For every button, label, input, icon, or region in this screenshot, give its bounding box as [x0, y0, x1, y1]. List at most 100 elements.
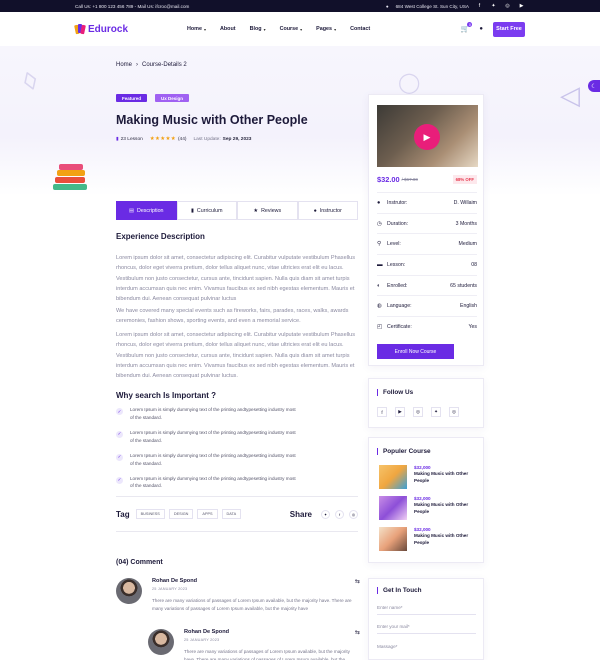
tag-design[interactable]: DESIGN: [168, 509, 194, 519]
menu-item-blog[interactable]: Blog ▾: [250, 26, 266, 32]
name-field[interactable]: Enter name*: [377, 601, 476, 615]
clock-icon: ◷: [377, 220, 382, 227]
main-navbar: Edurock Home ▾ About Blog ▾ Course ▾ Pages ▾…: [0, 12, 600, 46]
user-icon[interactable]: ●: [479, 26, 483, 32]
description-paragraph-1: Lorem ipsum dolor sit amet, consectetur …: [116, 255, 356, 303]
description-icon: ▤: [128, 207, 134, 214]
chevron-right-icon: ›: [136, 62, 139, 68]
logo[interactable]: Edurock: [74, 24, 187, 35]
start-free-button[interactable]: Start Free: [493, 21, 525, 37]
list-item: ✓ Lorem Ipsum is simply dummying text of …: [116, 407, 296, 420]
instagram-icon[interactable]: ◎: [413, 407, 423, 417]
main-menu: Home ▾ About Blog ▾ Course ▾ Pages ▾ Contact: [187, 26, 370, 32]
comment-author: Rohan De Spond: [184, 629, 230, 635]
youtube-icon[interactable]: ▶: [395, 407, 405, 417]
comment-text: There are many variations of passages of…: [152, 598, 352, 611]
facebook-icon[interactable]: f: [476, 3, 483, 9]
price-row: $32.00 / $67.00 68% OFF: [377, 175, 477, 184]
tab-description[interactable]: ▤ Description: [116, 201, 177, 220]
tag-data[interactable]: DATA: [221, 509, 242, 519]
course-thumbnail: [379, 496, 407, 520]
enroll-button[interactable]: Enroll Now Course: [377, 344, 454, 359]
menu-item-contact[interactable]: Contact: [350, 26, 370, 32]
star-icon: ★: [253, 207, 259, 214]
reply-icon[interactable]: ⇆: [355, 578, 360, 585]
level-icon: ⚲: [377, 241, 382, 248]
comment-author: Rohan De Spond: [152, 578, 198, 584]
chevron-down-icon: ▾: [203, 26, 206, 32]
books-illustration: [53, 164, 89, 192]
tab-reviews[interactable]: ★ Reviews: [237, 201, 298, 220]
contact-info: Call Us: +1 800 123 456 789 - Mail Us: i…: [75, 3, 190, 9]
instagram-icon[interactable]: ◎: [504, 3, 511, 9]
dark-mode-toggle[interactable]: ☾: [588, 80, 600, 92]
course-info-list: ● Instrutor: D. Willaim ◷ Duration: 3 Months…: [377, 192, 477, 337]
popular-courses-card: Populer Course $32,000 Making Music with …: [368, 437, 484, 563]
youtube-icon[interactable]: ▶: [518, 3, 525, 9]
description-paragraph-3: Lorem ipsum dolor sit amet, consectetur …: [116, 332, 356, 380]
menu-item-about[interactable]: About: [220, 26, 236, 32]
course-thumbnail: [379, 527, 407, 551]
menu-item-course[interactable]: Course ▾: [280, 26, 303, 32]
instagram-icon[interactable]: ◎: [449, 407, 459, 417]
logo-mark-icon: [74, 24, 86, 35]
play-icon[interactable]: ▶: [414, 124, 440, 150]
share-label: Share: [289, 509, 312, 519]
comment-date: 25 JANUARY 2023: [152, 587, 188, 591]
globe-icon: ◍: [377, 303, 382, 310]
list-item: ✓ Lorem Ipsum is simply dummying text of …: [116, 475, 296, 489]
review-count: (44): [177, 136, 187, 142]
avatar: [116, 578, 142, 604]
rating-stars: ★★★★★: [149, 136, 176, 142]
discount-badge: 68% OFF: [452, 175, 477, 184]
checklist: ✓ Lorem Ipsum is simply dummying text of …: [116, 406, 358, 498]
tag-apps[interactable]: APPS: [197, 509, 218, 519]
course-tabs: ▤ Description ▮ Curriculum ★ Reviews ● Instr…: [116, 201, 358, 220]
page-title: Making Music with Other People: [116, 113, 308, 127]
facebook-icon[interactable]: f: [377, 407, 387, 417]
comments-heading: (04) Comment: [116, 559, 163, 566]
tab-instructor[interactable]: ● Instructor: [297, 201, 358, 220]
email-field[interactable]: Enter your mail*: [377, 620, 476, 634]
comment-date: 25 JANUARY 2023: [184, 638, 220, 642]
description-paragraph-2: We have covered many special events such…: [116, 308, 349, 325]
popular-course-item[interactable]: $32,000 Making Music with Other People: [379, 496, 483, 520]
popular-course-item[interactable]: $32,000 Making Music with Other People: [379, 527, 483, 551]
course-meta: ▮ 23 Lesson ★★★★★ (44) Last Update: Sep …: [116, 136, 251, 142]
follow-title: Follow Us: [377, 389, 413, 396]
message-field[interactable]: Massage*: [377, 639, 476, 653]
facebook-icon[interactable]: f: [335, 509, 344, 519]
book-icon: ▮: [116, 136, 119, 142]
breadcrumb-current: Course-Details 2: [142, 62, 187, 68]
popular-title: Populer Course: [377, 448, 431, 455]
twitter-icon[interactable]: ✦: [490, 3, 497, 9]
info-row-duration: ◷ Duration: 3 Months: [377, 212, 477, 234]
get-in-touch-card: Get In Touch Enter name* Enter your mail…: [368, 578, 484, 660]
user-icon: ●: [313, 207, 317, 214]
tab-curriculum[interactable]: ▮ Curriculum: [176, 201, 237, 220]
twitter-icon[interactable]: ✦: [321, 509, 330, 519]
popular-course-item[interactable]: $32,000 Making Music with Other People: [379, 465, 483, 489]
info-row-enrolled: ◐ Enrolled: 65 students: [377, 274, 477, 296]
cart-icon: 🛒: [460, 26, 470, 33]
info-row-instructor: ● Instrutor: D. Willaim: [377, 192, 477, 213]
tag-business[interactable]: BUSINESS: [135, 509, 165, 519]
reply-icon[interactable]: ⇆: [355, 629, 360, 636]
location-pin-icon: ●: [385, 3, 389, 9]
certificate-icon: ◰: [377, 323, 383, 330]
category-badge[interactable]: Ux Design: [155, 94, 190, 102]
menu-item-pages[interactable]: Pages ▾: [316, 26, 336, 32]
description-heading: Experience Description: [116, 232, 205, 241]
breadcrumb: Home › Course-Details 2: [116, 62, 187, 68]
comment-item: Rohan De Spond 25 JANUARY 2023 There are…: [116, 578, 360, 612]
check-icon: ✓: [116, 430, 123, 438]
twitter-icon[interactable]: ✦: [431, 407, 441, 417]
instagram-icon[interactable]: ◎: [349, 509, 358, 519]
course-video-thumbnail[interactable]: ▶: [377, 105, 478, 167]
breadcrumb-home[interactable]: Home: [116, 62, 132, 68]
menu-item-home[interactable]: Home ▾: [187, 26, 206, 32]
chevron-down-icon: ▾: [334, 26, 337, 32]
list-item: ✓ Lorem Ipsum is simply dummying text of …: [116, 429, 296, 443]
cart-count-badge: 0: [467, 22, 473, 27]
cart-button[interactable]: 🛒 0: [460, 22, 473, 33]
